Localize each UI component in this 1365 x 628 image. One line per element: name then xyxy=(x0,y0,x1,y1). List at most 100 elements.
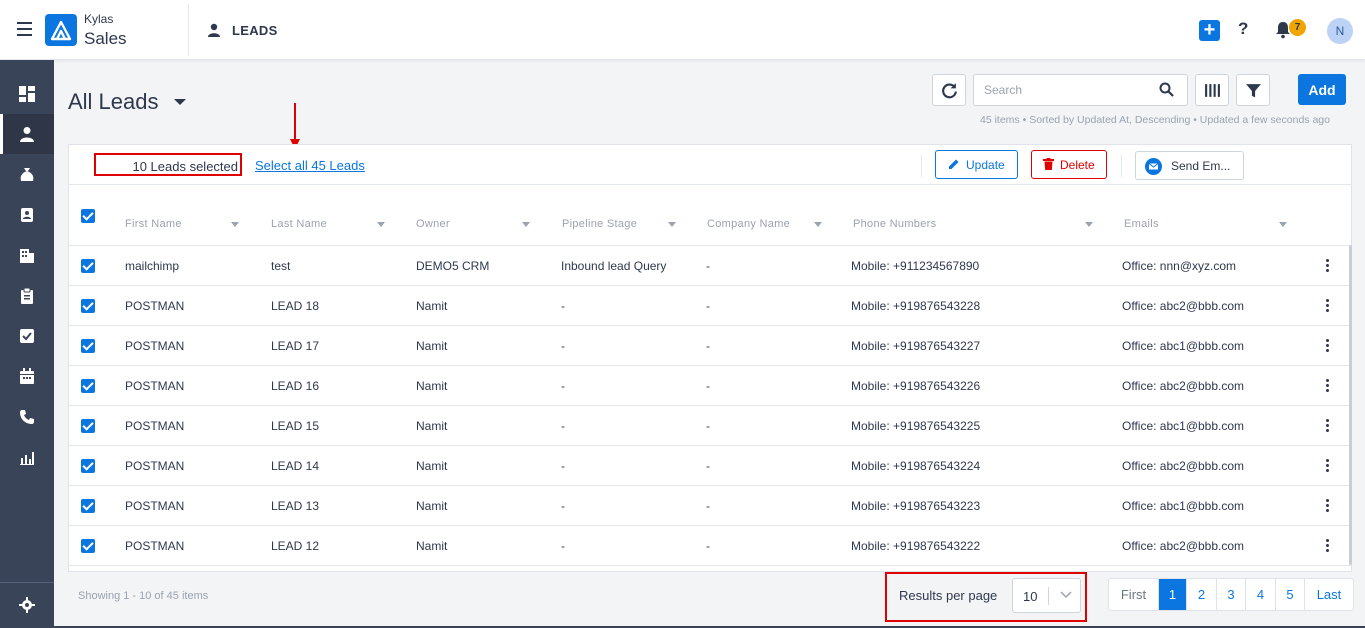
sort-caret-icon[interactable] xyxy=(814,222,822,227)
sidebar-item-settings[interactable] xyxy=(0,585,54,625)
refresh-button[interactable] xyxy=(932,74,966,106)
table-row[interactable]: POSTMAN LEAD 13 Namit - - Mobile: +9198765432… xyxy=(69,486,1351,526)
column-header-company-name[interactable]: Company Name xyxy=(707,218,790,230)
sidebar-item-dashboard[interactable] xyxy=(0,74,54,114)
delete-button[interactable]: Delete xyxy=(1031,150,1107,179)
page-last-button[interactable]: Last xyxy=(1305,579,1353,610)
add-lead-button[interactable]: Add xyxy=(1298,74,1346,105)
results-per-page-value: 10 xyxy=(1023,589,1038,604)
quick-add-button[interactable]: + xyxy=(1199,20,1220,41)
row-checkbox[interactable] xyxy=(81,499,95,513)
page-first-button[interactable]: First xyxy=(1109,579,1159,610)
cell-last[interactable]: LEAD 15 xyxy=(271,419,319,433)
row-actions-kebab-icon[interactable] xyxy=(1326,379,1329,392)
cell-last[interactable]: LEAD 18 xyxy=(271,299,319,313)
row-actions-kebab-icon[interactable] xyxy=(1326,539,1329,552)
sidebar-item-companies[interactable] xyxy=(0,235,54,275)
sidebar-item-checklist[interactable] xyxy=(0,316,54,356)
row-checkbox[interactable] xyxy=(81,259,95,273)
table-row[interactable]: POSTMAN LEAD 16 Namit - - Mobile: +9198765432… xyxy=(69,366,1351,406)
sort-caret-icon[interactable] xyxy=(1279,222,1287,227)
table-row[interactable]: POSTMAN LEAD 17 Namit - - Mobile: +9198765432… xyxy=(69,326,1351,366)
column-header-phone-numbers[interactable]: Phone Numbers xyxy=(853,218,936,230)
sort-caret-icon[interactable] xyxy=(231,222,239,227)
cell-last[interactable]: LEAD 13 xyxy=(271,499,319,513)
sidebar-item-deals[interactable] xyxy=(0,155,54,195)
update-button[interactable]: Update xyxy=(935,150,1018,179)
row-actions-kebab-icon[interactable] xyxy=(1326,419,1329,432)
sort-caret-icon[interactable] xyxy=(668,222,676,227)
column-header-owner[interactable]: Owner xyxy=(416,218,450,230)
cell-company: - xyxy=(706,339,710,353)
cell-first[interactable]: mailchimp xyxy=(125,259,179,273)
page-4-button[interactable]: 4 xyxy=(1246,579,1276,610)
sidebar-item-reports[interactable] xyxy=(0,437,54,477)
avatar[interactable]: N xyxy=(1327,18,1353,44)
page-title[interactable]: All Leads xyxy=(68,89,159,115)
send-email-button[interactable]: Send Em... xyxy=(1135,151,1244,180)
view-dropdown-caret-icon[interactable] xyxy=(174,99,186,105)
page-1-button[interactable]: 1 xyxy=(1159,579,1187,610)
cell-first[interactable]: POSTMAN xyxy=(125,419,184,433)
selection-highlight: 10 Leads selected xyxy=(94,153,242,176)
cell-first[interactable]: POSTMAN xyxy=(125,379,184,393)
row-actions-kebab-icon[interactable] xyxy=(1326,499,1329,512)
hamburger-menu-icon[interactable] xyxy=(17,22,32,36)
page-5-button[interactable]: 5 xyxy=(1276,579,1305,610)
column-header-pipeline-stage[interactable]: Pipeline Stage xyxy=(562,218,637,230)
cell-last[interactable]: LEAD 14 xyxy=(271,459,319,473)
table-scrollbar[interactable] xyxy=(1349,245,1352,565)
table-row[interactable]: POSTMAN LEAD 14 Namit - - Mobile: +9198765432… xyxy=(69,446,1351,486)
sidebar-item-contacts[interactable] xyxy=(0,195,54,235)
filter-button[interactable] xyxy=(1236,74,1270,106)
cell-stage: - xyxy=(561,339,565,353)
cell-first[interactable]: POSTMAN xyxy=(125,499,184,513)
cell-first[interactable]: POSTMAN xyxy=(125,339,184,353)
cell-first[interactable]: POSTMAN xyxy=(125,539,184,553)
select-all-checkbox[interactable] xyxy=(81,209,95,223)
row-actions-kebab-icon[interactable] xyxy=(1326,299,1329,312)
table-row[interactable]: POSTMAN LEAD 15 Namit - - Mobile: +9198765432… xyxy=(69,406,1351,446)
sort-caret-icon[interactable] xyxy=(1085,222,1093,227)
sort-caret-icon[interactable] xyxy=(377,222,385,227)
row-checkbox[interactable] xyxy=(81,339,95,353)
page-2-button[interactable]: 2 xyxy=(1187,579,1217,610)
kylas-logo-icon[interactable] xyxy=(45,14,77,46)
help-icon[interactable]: ? xyxy=(1238,19,1248,39)
cell-last[interactable]: test xyxy=(271,259,290,273)
leads-icon xyxy=(20,127,34,142)
sort-caret-icon[interactable] xyxy=(522,222,530,227)
row-checkbox[interactable] xyxy=(81,379,95,393)
sidebar-item-calls[interactable] xyxy=(0,397,54,437)
sidebar-item-calendar[interactable] xyxy=(0,356,54,396)
row-checkbox[interactable] xyxy=(81,459,95,473)
sidebar-item-tasks[interactable] xyxy=(0,276,54,316)
row-actions-kebab-icon[interactable] xyxy=(1326,259,1329,272)
table-row[interactable]: mailchimp test DEMO5 CRM Inbound lead Query… xyxy=(69,246,1351,286)
search-input[interactable] xyxy=(973,74,1188,106)
cell-owner: Namit xyxy=(416,539,448,553)
table-row[interactable]: POSTMAN LEAD 12 Namit - - Mobile: +9198765432… xyxy=(69,526,1351,566)
cell-last[interactable]: LEAD 17 xyxy=(271,339,319,353)
row-checkbox[interactable] xyxy=(81,419,95,433)
table-row[interactable]: POSTMAN LEAD 18 Namit - - Mobile: +9198765432… xyxy=(69,286,1351,326)
row-checkbox[interactable] xyxy=(81,539,95,553)
column-header-first-name[interactable]: First Name xyxy=(125,218,182,230)
results-per-page-select[interactable]: 10 xyxy=(1012,578,1081,613)
companies-icon xyxy=(20,249,34,263)
cell-last[interactable]: LEAD 16 xyxy=(271,379,319,393)
column-header-emails[interactable]: Emails xyxy=(1124,218,1159,230)
columns-button[interactable] xyxy=(1195,74,1229,106)
phone-icon xyxy=(20,410,34,424)
row-checkbox[interactable] xyxy=(81,299,95,313)
select-all-link[interactable]: Select all 45 Leads xyxy=(255,158,365,173)
row-actions-kebab-icon[interactable] xyxy=(1326,339,1329,352)
row-actions-kebab-icon[interactable] xyxy=(1326,459,1329,472)
page-3-button[interactable]: 3 xyxy=(1217,579,1246,610)
search-icon[interactable] xyxy=(1159,82,1174,100)
cell-first[interactable]: POSTMAN xyxy=(125,459,184,473)
column-header-last-name[interactable]: Last Name xyxy=(271,218,327,230)
cell-first[interactable]: POSTMAN xyxy=(125,299,184,313)
cell-last[interactable]: LEAD 12 xyxy=(271,539,319,553)
sidebar-item-leads[interactable] xyxy=(0,114,54,154)
